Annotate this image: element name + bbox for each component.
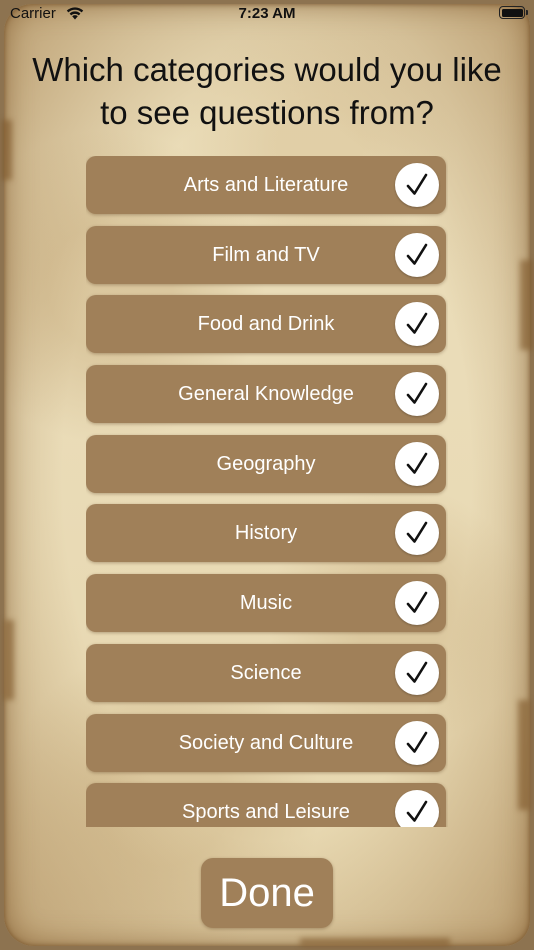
page-title: Which categories would you like to see q…	[32, 51, 502, 131]
category-row[interactable]: Arts and Literature	[86, 156, 446, 214]
category-checkbox[interactable]	[395, 372, 439, 417]
category-label: Society and Culture	[178, 731, 354, 754]
checkmark-icon	[406, 591, 428, 613]
category-row[interactable]: Sports and Leisure	[86, 783, 446, 827]
category-checkbox[interactable]	[395, 302, 439, 347]
battery-icon	[499, 6, 525, 19]
category-checkbox[interactable]	[395, 790, 439, 827]
category-label: Geography	[216, 452, 316, 475]
category-row[interactable]: Society and Culture	[86, 713, 446, 772]
checkmark-icon	[406, 243, 428, 265]
category-label: History	[234, 522, 298, 545]
category-row[interactable]: Music	[86, 574, 446, 633]
category-row[interactable]: Film and TV	[86, 225, 446, 284]
checkmark-icon	[406, 522, 428, 544]
category-label: Music	[239, 592, 293, 615]
status-time: 7:23 AM	[238, 5, 296, 22]
done-button[interactable]: Done	[201, 858, 333, 928]
category-label: General Knowledge	[178, 383, 354, 406]
category-row[interactable]: Food and Drink	[86, 295, 446, 354]
category-label: Food and Drink	[197, 313, 335, 336]
status-bar: Carrier 7:23 AM	[0, 0, 534, 28]
category-checkbox[interactable]	[395, 232, 439, 277]
parchment-burn-mark	[520, 260, 532, 350]
checkmark-icon	[406, 382, 428, 404]
parchment-burn-mark	[300, 938, 450, 946]
category-row[interactable]: Geography	[86, 434, 446, 493]
category-checkbox[interactable]	[395, 163, 439, 207]
category-checkbox[interactable]	[395, 720, 439, 765]
category-checkbox[interactable]	[395, 650, 439, 695]
checkmark-icon	[406, 731, 428, 753]
checkmark-icon	[406, 661, 428, 683]
category-list[interactable]: Arts and Literature Film and TV Food and D…	[86, 156, 448, 827]
category-row[interactable]: Science	[86, 643, 446, 702]
category-row[interactable]: History	[86, 504, 446, 563]
category-label: Film and TV	[212, 243, 320, 266]
battery-tip	[526, 10, 528, 15]
parchment-burn-mark	[2, 120, 12, 180]
category-checkbox[interactable]	[395, 511, 439, 556]
checkmark-icon	[406, 313, 428, 335]
checkmark-icon	[406, 452, 428, 474]
category-label: Arts and Literature	[183, 174, 349, 196]
parchment-burn-mark	[518, 700, 530, 810]
category-row[interactable]: General Knowledge	[86, 365, 446, 424]
category-label: Sports and Leisure	[182, 801, 350, 824]
category-checkbox[interactable]	[395, 441, 439, 486]
category-label: Science	[230, 661, 302, 684]
category-checkbox[interactable]	[395, 581, 439, 626]
checkmark-icon	[406, 800, 428, 822]
parchment-burn-mark	[4, 620, 14, 700]
checkmark-icon	[406, 173, 428, 195]
